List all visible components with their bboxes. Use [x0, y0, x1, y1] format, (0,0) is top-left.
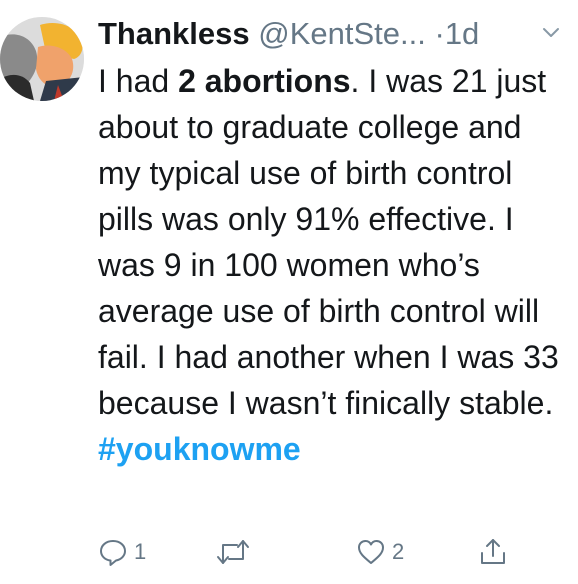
tweet-text-part: . I was 21 just about to graduate colleg… [98, 63, 559, 421]
hashtag-link[interactable]: #youknowme [98, 431, 301, 467]
tweet-header: Thankless @KentSte... ·1d [98, 14, 568, 58]
reply-icon [100, 540, 126, 566]
reply-button[interactable]: 1 [98, 534, 146, 570]
avatar[interactable] [0, 17, 84, 101]
separator-dot: · [434, 16, 445, 51]
retweet-button[interactable] [216, 534, 250, 570]
avatar-image [0, 17, 84, 101]
tweet-actions: 1 2 [98, 534, 538, 570]
tweet-text-bold: 2 abortions [178, 63, 351, 99]
tweet-text-part: I had [98, 63, 179, 99]
share-button[interactable] [478, 534, 508, 570]
share-icon [481, 539, 505, 564]
tweet-timestamp[interactable]: 1d [445, 16, 479, 51]
like-count: 2 [392, 539, 405, 564]
heart-icon [358, 540, 384, 564]
user-handle[interactable]: @KentSte... [258, 16, 426, 51]
tweet-card[interactable]: Thankless @KentSte... ·1d I had 2 aborti… [0, 0, 578, 584]
reply-count: 1 [134, 539, 147, 564]
display-name[interactable]: Thankless [98, 16, 250, 51]
like-button[interactable]: 2 [356, 534, 404, 570]
chevron-down-icon[interactable] [542, 26, 560, 40]
tweet-text: I had 2 abortions. I was 21 just about t… [98, 58, 568, 472]
retweet-icon [217, 540, 249, 564]
